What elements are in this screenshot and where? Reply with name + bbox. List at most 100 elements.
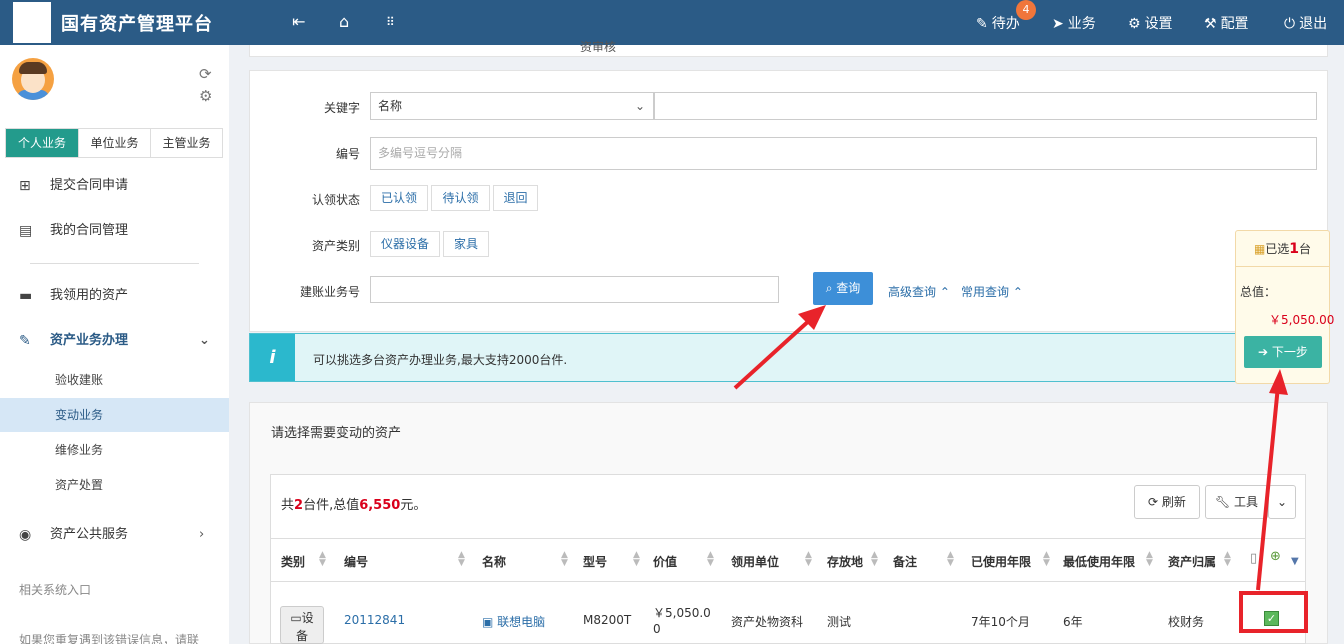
tools-dropdown-button[interactable]: ⌄ bbox=[1268, 485, 1296, 519]
column-header-name[interactable]: 名称 bbox=[482, 553, 506, 570]
sort-icon[interactable]: ▲ ▼ bbox=[319, 551, 326, 568]
sort-icon[interactable]: ▲ ▼ bbox=[871, 551, 878, 568]
info-alert: i 可以挑选多台资产办理业务,最大支持2000台件. bbox=[249, 333, 1328, 382]
claim-returned-button[interactable]: 退回 bbox=[493, 185, 538, 211]
keyword-select[interactable]: 名称 ⌄ bbox=[370, 92, 654, 120]
todo-badge: 4 bbox=[1016, 0, 1036, 20]
sort-icon[interactable]: ▲ ▼ bbox=[633, 551, 640, 568]
sort-icon[interactable]: ▲ ▼ bbox=[1146, 551, 1153, 568]
sidebar-subitem-repair[interactable]: 维修业务 bbox=[0, 433, 229, 467]
number-textarea[interactable]: 多编号逗号分隔 bbox=[370, 137, 1317, 170]
sidebar-item-submit-contract[interactable]: ⊞ 提交合同申请 bbox=[0, 171, 229, 201]
plus-folder-icon: ⊞ bbox=[19, 178, 31, 194]
caret-down-icon[interactable]: ▼ bbox=[1291, 556, 1299, 567]
double-chevron-up-icon: ⌃ bbox=[1009, 285, 1023, 299]
logout-button[interactable]: ⏻ 退出 bbox=[1284, 13, 1327, 33]
chevron-down-icon: ⌄ bbox=[199, 333, 210, 348]
app-title: 国有资产管理平台 bbox=[61, 14, 213, 35]
query-button[interactable]: ⌕ 查询 bbox=[813, 272, 873, 305]
refresh-button[interactable]: ⟳ 刷新 bbox=[1134, 485, 1200, 519]
gear-icon[interactable]: ⚙ bbox=[199, 87, 212, 105]
column-header-unit[interactable]: 领用单位 bbox=[731, 553, 779, 570]
drive-icon: ▬ bbox=[19, 288, 33, 304]
category-equipment-button[interactable]: 仪器设备 bbox=[370, 231, 440, 257]
tab-personal[interactable]: 个人业务 bbox=[6, 129, 79, 157]
column-header-value[interactable]: 价值 bbox=[653, 553, 677, 570]
avatar-hair bbox=[19, 62, 47, 74]
tools-button[interactable]: 🔧︎ 工具 bbox=[1205, 485, 1268, 519]
avatar[interactable] bbox=[12, 58, 54, 100]
sort-icon[interactable]: ▲ ▼ bbox=[1043, 551, 1050, 568]
chevron-down-icon: ⌄ bbox=[1276, 495, 1288, 509]
asset-name-link[interactable]: ▣ 联想电脑 bbox=[482, 613, 545, 630]
asset-unit: 资产处物资科 bbox=[731, 615, 804, 629]
related-systems-label: 相关系统入口 bbox=[19, 583, 92, 597]
tab-unit[interactable]: 单位业务 bbox=[79, 129, 151, 157]
sidebar-subitem-acceptance[interactable]: 验收建账 bbox=[0, 363, 229, 397]
annotation-highlight-box bbox=[1239, 591, 1308, 633]
tab-supervisor[interactable]: 主管业务 bbox=[151, 129, 222, 157]
asset-summary: 共2台件,总值6,550元。 bbox=[281, 498, 427, 513]
column-header-used-years[interactable]: 已使用年限 bbox=[971, 553, 1031, 570]
common-query-link[interactable]: 常用查询 ⌃ bbox=[961, 283, 1023, 300]
asset-value-line2: 0 bbox=[653, 622, 661, 636]
account-number-input[interactable] bbox=[370, 276, 779, 303]
sidebar-item-public-service[interactable]: ◉ 资产公共服务 › bbox=[0, 520, 229, 550]
table-header-top-border bbox=[271, 538, 1305, 539]
sort-icon[interactable]: ▲ ▼ bbox=[1224, 551, 1231, 568]
settings-button[interactable]: ⚙ 设置 bbox=[1128, 13, 1173, 33]
paper-plane-icon: ➤ bbox=[1052, 16, 1064, 32]
sidebar-item-my-contracts[interactable]: ▤ 我的合同管理 bbox=[0, 216, 229, 246]
category-label: 资产类别 bbox=[311, 239, 360, 253]
column-header-number[interactable]: 编号 bbox=[344, 553, 368, 570]
sort-icon[interactable]: ▲ ▼ bbox=[805, 551, 812, 568]
asset-value-line1: ￥5,050.0 bbox=[653, 606, 711, 620]
sort-icon[interactable]: ▲ ▼ bbox=[561, 551, 568, 568]
column-header-category[interactable]: 类别 bbox=[281, 553, 305, 570]
grid-dots-icon[interactable]: ⠿ bbox=[386, 15, 395, 29]
column-header-model[interactable]: 型号 bbox=[583, 553, 607, 570]
next-step-button[interactable]: ➔ 下一步 bbox=[1244, 336, 1322, 368]
category-furniture-button[interactable]: 家具 bbox=[443, 231, 489, 257]
home-icon[interactable]: ⌂ bbox=[339, 12, 349, 31]
config-button[interactable]: ⚒ 配置 bbox=[1204, 13, 1249, 33]
claim-pending-button[interactable]: 待认领 bbox=[431, 185, 490, 211]
select-all-icon[interactable]: ⊕ bbox=[1270, 549, 1281, 564]
column-header-location[interactable]: 存放地 bbox=[827, 553, 863, 570]
selected-cart: ▦已选1台 总值： ￥5,050.00 ➔ 下一步 bbox=[1235, 230, 1334, 384]
box-icon: ▦ bbox=[1253, 242, 1266, 256]
asset-number-link[interactable]: 20112841 bbox=[344, 613, 405, 627]
search-icon: ⌕ bbox=[825, 281, 837, 295]
claim-claimed-button[interactable]: 已认领 bbox=[370, 185, 428, 211]
column-header-remark[interactable]: 备注 bbox=[893, 553, 917, 570]
sort-icon[interactable]: ▲ ▼ bbox=[458, 551, 465, 568]
keyword-input[interactable] bbox=[654, 92, 1317, 120]
tools-icon: ⚒ bbox=[1204, 16, 1217, 32]
sort-icon[interactable]: ▲ ▼ bbox=[707, 551, 714, 568]
power-icon: ⏻ bbox=[1284, 16, 1296, 32]
deselect-all-icon[interactable]: ▯ bbox=[1250, 551, 1257, 566]
column-header-ownership[interactable]: 资产归属 bbox=[1168, 553, 1216, 570]
sidebar: ⟳ ⚙ 个人业务 单位业务 主管业务 ⊞ 提交合同申请 ▤ 我的合同管理 ▬ 我… bbox=[0, 45, 229, 644]
logo bbox=[13, 2, 51, 43]
sidebar-subitem-change[interactable]: 变动业务 bbox=[0, 398, 229, 432]
sidebar-subitem-disposal[interactable]: 资产处置 bbox=[0, 468, 229, 502]
edit-icon: ✎ bbox=[976, 16, 988, 32]
sidebar-item-my-assets[interactable]: ▬ 我领用的资产 bbox=[0, 281, 229, 311]
image-icon: ▣ bbox=[482, 615, 498, 629]
pencil-icon: ✎ bbox=[19, 333, 31, 349]
column-header-min-years[interactable]: 最低使用年限 bbox=[1063, 553, 1135, 570]
asset-model: M8200T bbox=[583, 613, 632, 627]
double-chevron-up-icon: ⌃ bbox=[936, 285, 950, 299]
advanced-query-link[interactable]: 高级查询 ⌃ bbox=[888, 283, 950, 300]
business-button[interactable]: ➤ 业务 bbox=[1052, 13, 1096, 33]
collapse-sidebar-icon[interactable]: ⇤ bbox=[292, 12, 305, 31]
refresh-icon[interactable]: ⟳ bbox=[199, 65, 212, 83]
arrow-right-icon: ➔ bbox=[1258, 345, 1272, 359]
cart-total-label: 总值： bbox=[1240, 285, 1277, 299]
asset-ownership: 校财务 bbox=[1168, 615, 1205, 629]
sidebar-item-asset-business[interactable]: ✎ 资产业务办理 ⌄ bbox=[0, 326, 229, 356]
sort-icon[interactable]: ▲ ▼ bbox=[947, 551, 954, 568]
cart-header: ▦已选1台 bbox=[1236, 231, 1329, 267]
todo-button[interactable]: ✎ 待办 bbox=[976, 13, 1020, 33]
